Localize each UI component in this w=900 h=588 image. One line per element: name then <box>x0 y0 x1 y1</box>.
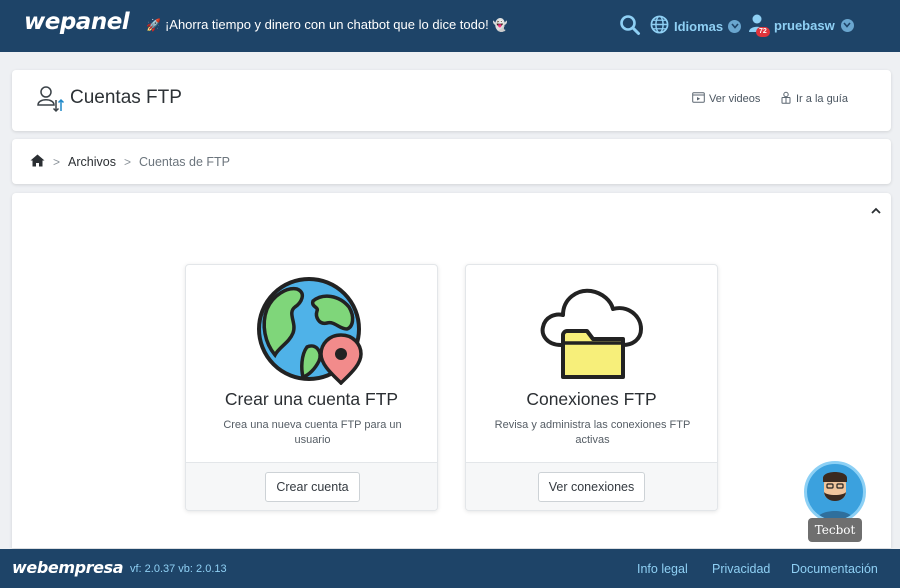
globe-icon <box>650 15 669 37</box>
guide-link-label: Ir a la guía <box>796 93 848 105</box>
notification-badge: 72 <box>756 27 770 37</box>
breadcrumb-separator: > <box>123 155 131 169</box>
breadcrumb-archivos[interactable]: Archivos <box>68 155 116 169</box>
view-connections-button[interactable]: Ver conexiones <box>538 472 645 502</box>
search-icon[interactable] <box>619 14 641 36</box>
breadcrumb-current: Cuentas de FTP <box>138 155 230 169</box>
promo-banner[interactable]: 🚀 ¡Ahorra tiempo y dinero con un chatbot… <box>146 17 508 32</box>
video-icon <box>692 91 705 106</box>
tecbot-label: Tecbot <box>808 518 862 542</box>
tecbot-avatar <box>804 461 866 523</box>
guide-icon <box>780 91 792 107</box>
privacy-link[interactable]: Privacidad <box>712 562 770 576</box>
username-label: pruebasw <box>774 17 835 33</box>
ftp-options-panel: Crear una cuenta FTP Crea una nueva cuen… <box>12 193 891 548</box>
chevron-up-icon[interactable] <box>869 204 883 218</box>
ghost-icon: 👻 <box>492 17 508 32</box>
videos-link[interactable]: Ver videos <box>692 91 760 106</box>
cloud-folder-icon <box>537 277 647 385</box>
create-account-button[interactable]: Crear cuenta <box>265 472 360 502</box>
webempresa-logo[interactable]: webempresa <box>12 558 124 577</box>
create-ftp-title: Crear una cuenta FTP <box>224 389 399 409</box>
breadcrumb-separator: > <box>53 155 61 169</box>
footer: webempresa vf: 2.0.37 vb: 2.0.13 Info le… <box>0 549 900 588</box>
chevron-down-icon <box>728 19 742 33</box>
language-selector[interactable]: Idiomas <box>650 15 742 37</box>
promo-text: ¡Ahorra tiempo y dinero con un chatbot q… <box>164 17 489 32</box>
create-ftp-description: Crea una nueva cuenta FTP para un usuari… <box>223 419 402 446</box>
globe-pin-icon <box>256 277 367 386</box>
wepanel-logo[interactable]: wepanel <box>24 9 130 35</box>
info-legal-link[interactable]: Info legal <box>637 562 688 576</box>
videos-link-label: Ver videos <box>709 92 761 105</box>
ftp-connections-card: Conexiones FTP Revisa y administra las c… <box>465 264 718 511</box>
rocket-icon: 🚀 <box>146 17 161 32</box>
documentation-link[interactable]: Documentación <box>791 562 878 576</box>
page-title: Cuentas FTP <box>70 87 182 108</box>
breadcrumb: > Archivos > Cuentas de FTP <box>12 139 891 184</box>
language-label: Idiomas <box>674 18 724 34</box>
ftp-user-icon <box>36 84 66 114</box>
home-icon[interactable] <box>30 154 45 170</box>
page-header-card: Cuentas FTP Ver videos Ir a la guía <box>12 70 891 131</box>
card-footer: Crear cuenta <box>186 462 437 510</box>
ftp-connections-description: Revisa y administra las conexiones FTP a… <box>494 419 691 446</box>
top-navbar: wepanel 🚀 ¡Ahorra tiempo y dinero con un… <box>0 0 900 52</box>
ftp-connections-title: Conexiones FTP <box>526 389 657 409</box>
guide-link[interactable]: Ir a la guía <box>780 91 848 107</box>
user-icon: 72 <box>748 13 770 37</box>
chevron-down-icon <box>840 18 854 32</box>
create-ftp-card: Crear una cuenta FTP Crea una nueva cuen… <box>185 264 438 511</box>
card-footer: Ver conexiones <box>466 462 717 510</box>
tecbot-chat-launcher[interactable]: Tecbot <box>803 461 867 545</box>
user-menu[interactable]: 72 pruebasw <box>748 13 854 37</box>
version-text: vf: 2.0.37 vb: 2.0.13 <box>130 563 227 575</box>
